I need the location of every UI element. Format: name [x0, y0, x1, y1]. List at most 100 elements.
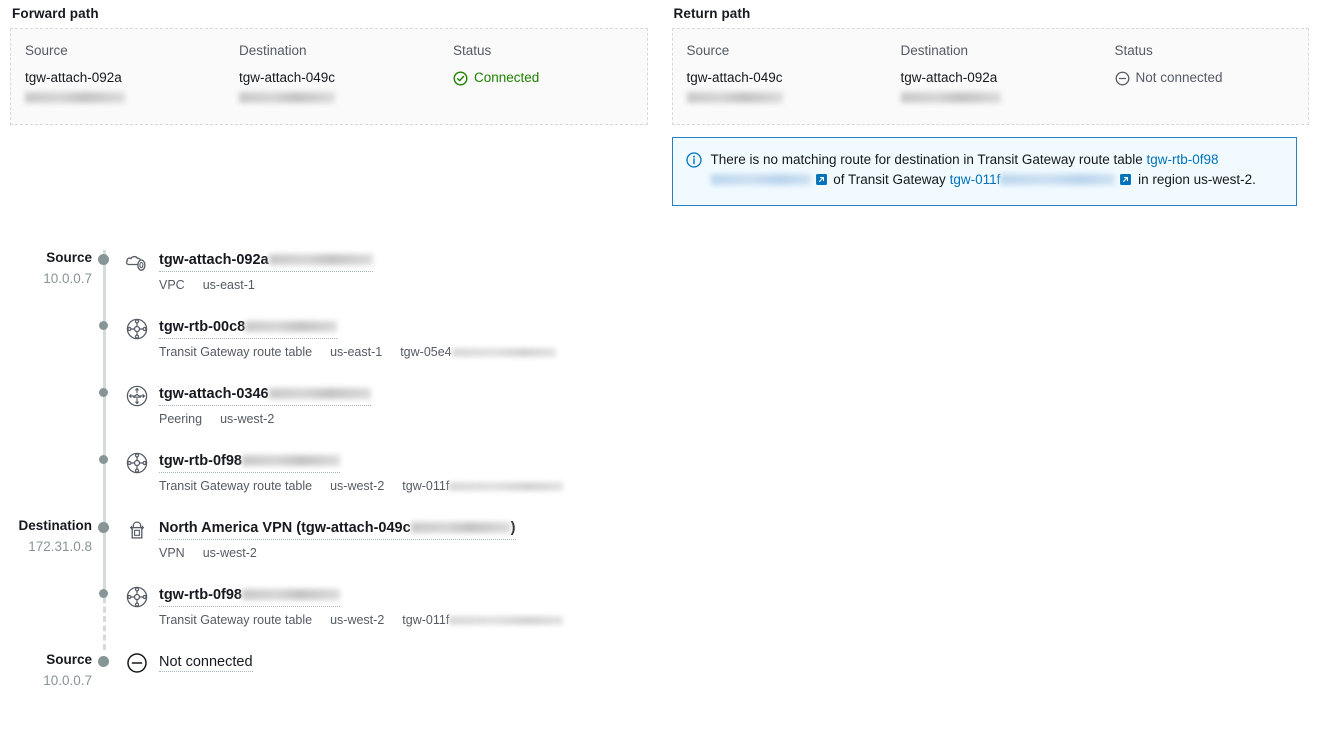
return-status-cell: Status Not connected — [1115, 43, 1223, 108]
alert-text-part-2: of Transit Gateway — [829, 172, 950, 187]
timeline-dot — [99, 589, 108, 598]
redacted-text — [239, 92, 335, 103]
node-meta: VPC us-east-1 — [159, 277, 1319, 293]
route-table-link[interactable]: tgw-rtb-0f98 — [1146, 152, 1218, 167]
check-circle-icon — [453, 71, 468, 86]
return-source-cell: Source tgw-attach-049c — [686, 43, 901, 108]
timeline-dot-cell — [92, 250, 115, 265]
node-meta-region: us-east-1 — [202, 278, 255, 292]
redacted-text — [451, 348, 556, 357]
redacted-text — [686, 92, 783, 103]
node-title[interactable]: tgw-attach-092a — [159, 250, 373, 272]
endpoint-source-end: Source 10.0.0.7 — [0, 652, 92, 691]
info-icon — [685, 150, 702, 192]
node-body: tgw-rtb-00c8 Transit Gateway route table… — [159, 317, 1319, 360]
forward-source-id: tgw-attach-092a — [25, 70, 122, 85]
redacted-text — [245, 321, 338, 332]
node-meta-extra-text: tgw-011f — [402, 479, 450, 493]
endpoint-label: Source — [46, 250, 92, 265]
node-body: tgw-rtb-0f98 Transit Gateway route table… — [159, 585, 1319, 628]
forward-status-header: Status — [453, 43, 492, 58]
node-meta: Transit Gateway route table us-east-1 tg… — [159, 344, 1319, 360]
node-title-text: tgw-rtb-0f98 — [159, 587, 242, 603]
node-meta-region: us-west-2 — [330, 613, 385, 627]
node-meta-type: Transit Gateway route table — [159, 613, 313, 627]
redacted-text — [241, 455, 340, 466]
forward-source-value: tgw-attach-092a — [25, 68, 210, 108]
forward-destination-cell: Destination tgw-attach-049c — [239, 43, 453, 108]
minus-circle-icon — [1115, 71, 1130, 86]
terminal-status-text: Not connected — [159, 654, 253, 672]
redacted-text — [410, 522, 511, 533]
node-title[interactable]: tgw-attach-0346 — [159, 384, 371, 406]
alert-text-part-1: There is no matching route for destinati… — [710, 152, 1147, 167]
node-meta-type: Transit Gateway route table — [159, 479, 313, 493]
minus-circle-icon — [115, 652, 159, 674]
return-source-id: tgw-attach-049c — [686, 70, 783, 85]
transit-gateway-link[interactable]: tgw-011f — [950, 172, 1001, 187]
node-title[interactable]: tgw-rtb-00c8 — [159, 317, 338, 339]
route-table-icon — [115, 317, 159, 341]
node-meta-extra: tgw-011f — [402, 612, 564, 628]
endpoint-label: Source — [46, 652, 92, 667]
forward-destination-header: Destination — [239, 43, 307, 58]
node-title-suffix: ) — [510, 520, 516, 536]
return-status-text: Not connected — [1135, 70, 1223, 85]
node-meta-region: us-west-2 — [330, 479, 385, 493]
redacted-text — [900, 92, 1001, 103]
timeline-dot-cell — [92, 518, 115, 533]
forward-source-cell: Source tgw-attach-092a — [25, 43, 239, 108]
forward-status-cell: Status Connected — [453, 43, 539, 108]
timeline-dot — [98, 522, 109, 533]
node-title-text: North America VPN (tgw-attach-049c — [159, 520, 411, 536]
timeline-row: Source 10.0.0.7 tgw-attach-092a VPC us-e… — [0, 250, 1319, 317]
timeline-dot — [99, 388, 108, 397]
forward-path-title: Forward path — [12, 6, 99, 21]
forward-destination-value: tgw-attach-049c — [239, 68, 424, 108]
external-link-icon[interactable] — [815, 172, 828, 192]
node-body: North America VPN (tgw-attach-049c) VPN … — [159, 518, 1319, 561]
timeline-row: tgw-rtb-0f98 Transit Gateway route table… — [0, 585, 1319, 652]
endpoint-ip: 10.0.0.7 — [43, 673, 92, 688]
node-title[interactable]: tgw-rtb-0f98 — [159, 585, 340, 607]
redacted-text — [25, 92, 125, 103]
return-path-panel: Return path Source tgw-attach-049c Desti… — [671, 0, 1309, 206]
node-body: tgw-attach-092a VPC us-east-1 — [159, 250, 1319, 293]
node-meta-region: us-west-2 — [202, 546, 257, 560]
vpn-lock-icon — [115, 518, 159, 542]
return-source-header: Source — [686, 43, 730, 58]
node-title[interactable]: tgw-rtb-0f98 — [159, 451, 340, 473]
timeline-dot-cell — [92, 451, 115, 464]
redacted-text — [241, 589, 340, 600]
node-meta-type: VPN — [159, 546, 185, 560]
redacted-text — [710, 174, 811, 185]
timeline-dot — [99, 321, 108, 330]
redacted-text — [449, 616, 564, 625]
return-status-header: Status — [1114, 43, 1153, 58]
endpoint-source-start: Source 10.0.0.7 — [0, 250, 92, 289]
node-body: Not connected — [159, 652, 1319, 672]
node-title[interactable]: North America VPN (tgw-attach-049c) — [159, 518, 516, 540]
node-meta: VPN us-west-2 — [159, 545, 1319, 561]
external-link-icon[interactable] — [1119, 172, 1132, 192]
node-body: tgw-rtb-0f98 Transit Gateway route table… — [159, 451, 1319, 494]
timeline-row: tgw-rtb-00c8 Transit Gateway route table… — [0, 317, 1319, 384]
forward-source-header: Source — [25, 43, 68, 58]
forward-status-text: Connected — [474, 70, 540, 85]
endpoint-destination: Destination 172.31.0.8 — [0, 518, 92, 557]
endpoint-ip: 10.0.0.7 — [43, 271, 92, 286]
return-path-summary-box: Source tgw-attach-049c Destination tgw-a… — [671, 28, 1309, 125]
endpoint-label: Destination — [18, 518, 92, 533]
route-table-icon — [115, 451, 159, 475]
return-status-badge: Not connected — [1115, 68, 1223, 88]
timeline-dot-cell — [92, 585, 115, 598]
return-path-title: Return path — [673, 6, 751, 21]
redacted-text — [268, 388, 371, 399]
return-source-value: tgw-attach-049c — [686, 68, 872, 108]
vpc-cloud-icon — [115, 250, 159, 276]
return-destination-cell: Destination tgw-attach-092a — [900, 43, 1115, 108]
node-meta: Peering us-west-2 — [159, 411, 1319, 427]
timeline-dot-cell — [92, 317, 115, 330]
timeline-dot-cell — [92, 384, 115, 397]
node-meta: Transit Gateway route table us-west-2 tg… — [159, 612, 1319, 628]
